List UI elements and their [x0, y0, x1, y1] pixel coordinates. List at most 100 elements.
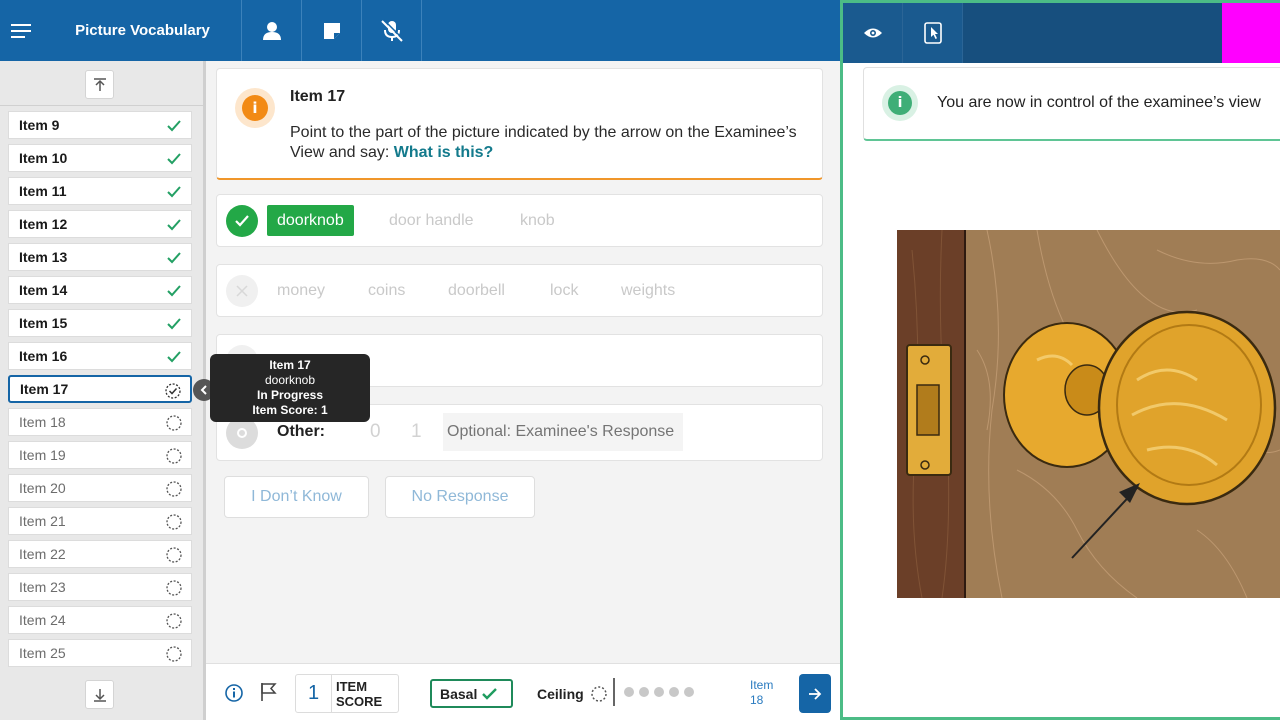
notice-text: You are now in control of the examinee’s…: [937, 94, 1261, 111]
item-list: Item 9 Item 10 Item 11 Item 12 Item 13 Item 1…: [0, 105, 203, 671]
check-icon: [167, 219, 181, 231]
arrow-up-to-line-icon: [93, 77, 106, 91]
sidebar-item[interactable]: Item 22: [8, 540, 192, 568]
next-item-label-line1: Item: [750, 678, 774, 692]
in-progress-icon: [165, 383, 181, 399]
flag-icon[interactable]: [260, 682, 278, 707]
tablet-pointer-icon: [923, 22, 942, 44]
sidebar-item-label: Item 21: [19, 513, 66, 529]
ceiling-status: Ceiling: [537, 685, 608, 703]
check-icon: [167, 252, 181, 264]
sidebar-item[interactable]: Item 14: [8, 276, 192, 304]
control-notice: i You are now in control of the examinee…: [863, 67, 1280, 141]
mic-off-icon: [380, 18, 405, 42]
next-item-button[interactable]: [799, 674, 831, 713]
scroll-to-top-button[interactable]: [85, 70, 114, 99]
tooltip-status: In Progress: [256, 388, 324, 402]
sidebar-item[interactable]: Item 10: [8, 144, 192, 172]
response-doorbell[interactable]: doorbell: [438, 275, 515, 306]
response-weights[interactable]: weights: [611, 275, 685, 306]
response-coins[interactable]: coins: [358, 275, 415, 306]
sidebar-item[interactable]: Item 18: [8, 408, 192, 436]
menu-button[interactable]: [0, 0, 44, 61]
examinee-profile-button[interactable]: [242, 0, 302, 61]
info-circle-icon[interactable]: [224, 683, 244, 708]
examinee-view-panel: i You are now in control of the examinee…: [840, 0, 1280, 720]
microphone-button[interactable]: [362, 0, 422, 61]
prompt-question: What is this?: [393, 144, 494, 161]
item-score-label: ITEM SCORE: [336, 679, 383, 709]
sidebar-item[interactable]: Item 9: [8, 111, 192, 139]
sidebar-item[interactable]: Item 21: [8, 507, 192, 535]
progress-dot: [684, 687, 694, 697]
basal-label: Basal: [440, 685, 478, 702]
item-score-box: 1 ITEM SCORE: [295, 674, 399, 713]
arrow-right-icon: [809, 687, 822, 700]
examinee-top-bar: [843, 3, 1280, 63]
sidebar-item[interactable]: Item 25: [8, 639, 192, 667]
pending-icon: [166, 448, 182, 464]
sidebar-item-label: Item 18: [19, 414, 66, 430]
sidebar-item[interactable]: Item 20: [8, 474, 192, 502]
hamburger-icon: [11, 23, 31, 38]
sidebar-item[interactable]: Item 24: [8, 606, 192, 634]
other-score-1[interactable]: 1: [411, 421, 422, 443]
examiner-panel: Picture Vocabulary Item 9 Item 10 Item 11 I…: [0, 0, 840, 720]
sidebar-item-label: Item 24: [19, 612, 66, 628]
tooltip-item: Item 17: [269, 358, 311, 372]
progress-dot: [654, 687, 664, 697]
sidebar-item-label: Item 23: [19, 579, 66, 595]
check-icon: [167, 120, 181, 132]
doorknob-illustration: [897, 230, 1280, 598]
sidebar-item[interactable]: Item 15: [8, 309, 192, 337]
other-label: Other:: [277, 423, 325, 440]
pending-icon: [166, 481, 182, 497]
sidebar-item[interactable]: Item 12: [8, 210, 192, 238]
response-door-handle[interactable]: door handle: [379, 205, 484, 236]
dont-know-button[interactable]: I Don’t Know: [224, 476, 369, 518]
arrow-down-to-line-icon: [93, 688, 106, 702]
next-item-label-line2: 18: [750, 693, 764, 707]
sidebar-item-label: Item 14: [19, 282, 68, 298]
sidebar-item[interactable]: Item 16: [8, 342, 192, 370]
ceiling-label: Ceiling: [537, 686, 584, 702]
app-root: Picture Vocabulary Item 9 Item 10 Item 11 I…: [0, 0, 1280, 720]
sidebar-item[interactable]: Item 17: [8, 375, 192, 403]
no-response-button[interactable]: No Response: [385, 476, 535, 518]
incorrect-responses-row: money coins doorbell lock weights: [216, 264, 823, 317]
next-item-label: Item 18: [750, 678, 773, 708]
note-icon: [323, 22, 340, 39]
sidebar-item-label: Item 15: [19, 315, 68, 331]
response-knob[interactable]: knob: [510, 205, 565, 236]
incorrect-x-icon[interactable]: [226, 275, 258, 307]
view-toggle-button[interactable]: [843, 3, 903, 63]
tooltip-response: doorknob: [264, 373, 316, 387]
test-title: Picture Vocabulary: [44, 0, 242, 61]
sidebar-item-label: Item 12: [19, 216, 68, 232]
item-sidebar: Item 9 Item 10 Item 11 Item 12 Item 13 Item 1…: [0, 61, 203, 720]
sidebar-item[interactable]: Item 19: [8, 441, 192, 469]
sidebar-item[interactable]: Item 23: [8, 573, 192, 601]
sidebar-item-label: Item 9: [19, 117, 60, 133]
doorknob-picture: [897, 230, 1280, 598]
sidebar-item-label: Item 20: [19, 480, 66, 496]
check-icon: [167, 318, 181, 330]
footer-divider: [613, 678, 615, 706]
correct-check-icon[interactable]: [226, 205, 258, 237]
response-money[interactable]: money: [267, 275, 335, 306]
response-lock[interactable]: lock: [540, 275, 588, 306]
sidebar-item[interactable]: Item 11: [8, 177, 192, 205]
tablet-control-button[interactable]: [903, 3, 963, 63]
pending-icon: [166, 415, 182, 431]
scroll-to-bottom-button[interactable]: [85, 680, 114, 709]
examinee-response-input[interactable]: [443, 413, 683, 451]
sidebar-item[interactable]: Item 13: [8, 243, 192, 271]
sidebar-item-label: Item 19: [19, 447, 66, 463]
sidebar-item-label: Item 16: [19, 348, 68, 364]
sidebar-item-label: Item 17: [20, 381, 69, 397]
notice-info-icon: i: [882, 85, 918, 121]
response-doorknob[interactable]: doorknob: [267, 205, 354, 236]
accent-block: [1222, 3, 1280, 63]
other-score-0[interactable]: 0: [370, 421, 381, 443]
notes-button[interactable]: [302, 0, 362, 61]
